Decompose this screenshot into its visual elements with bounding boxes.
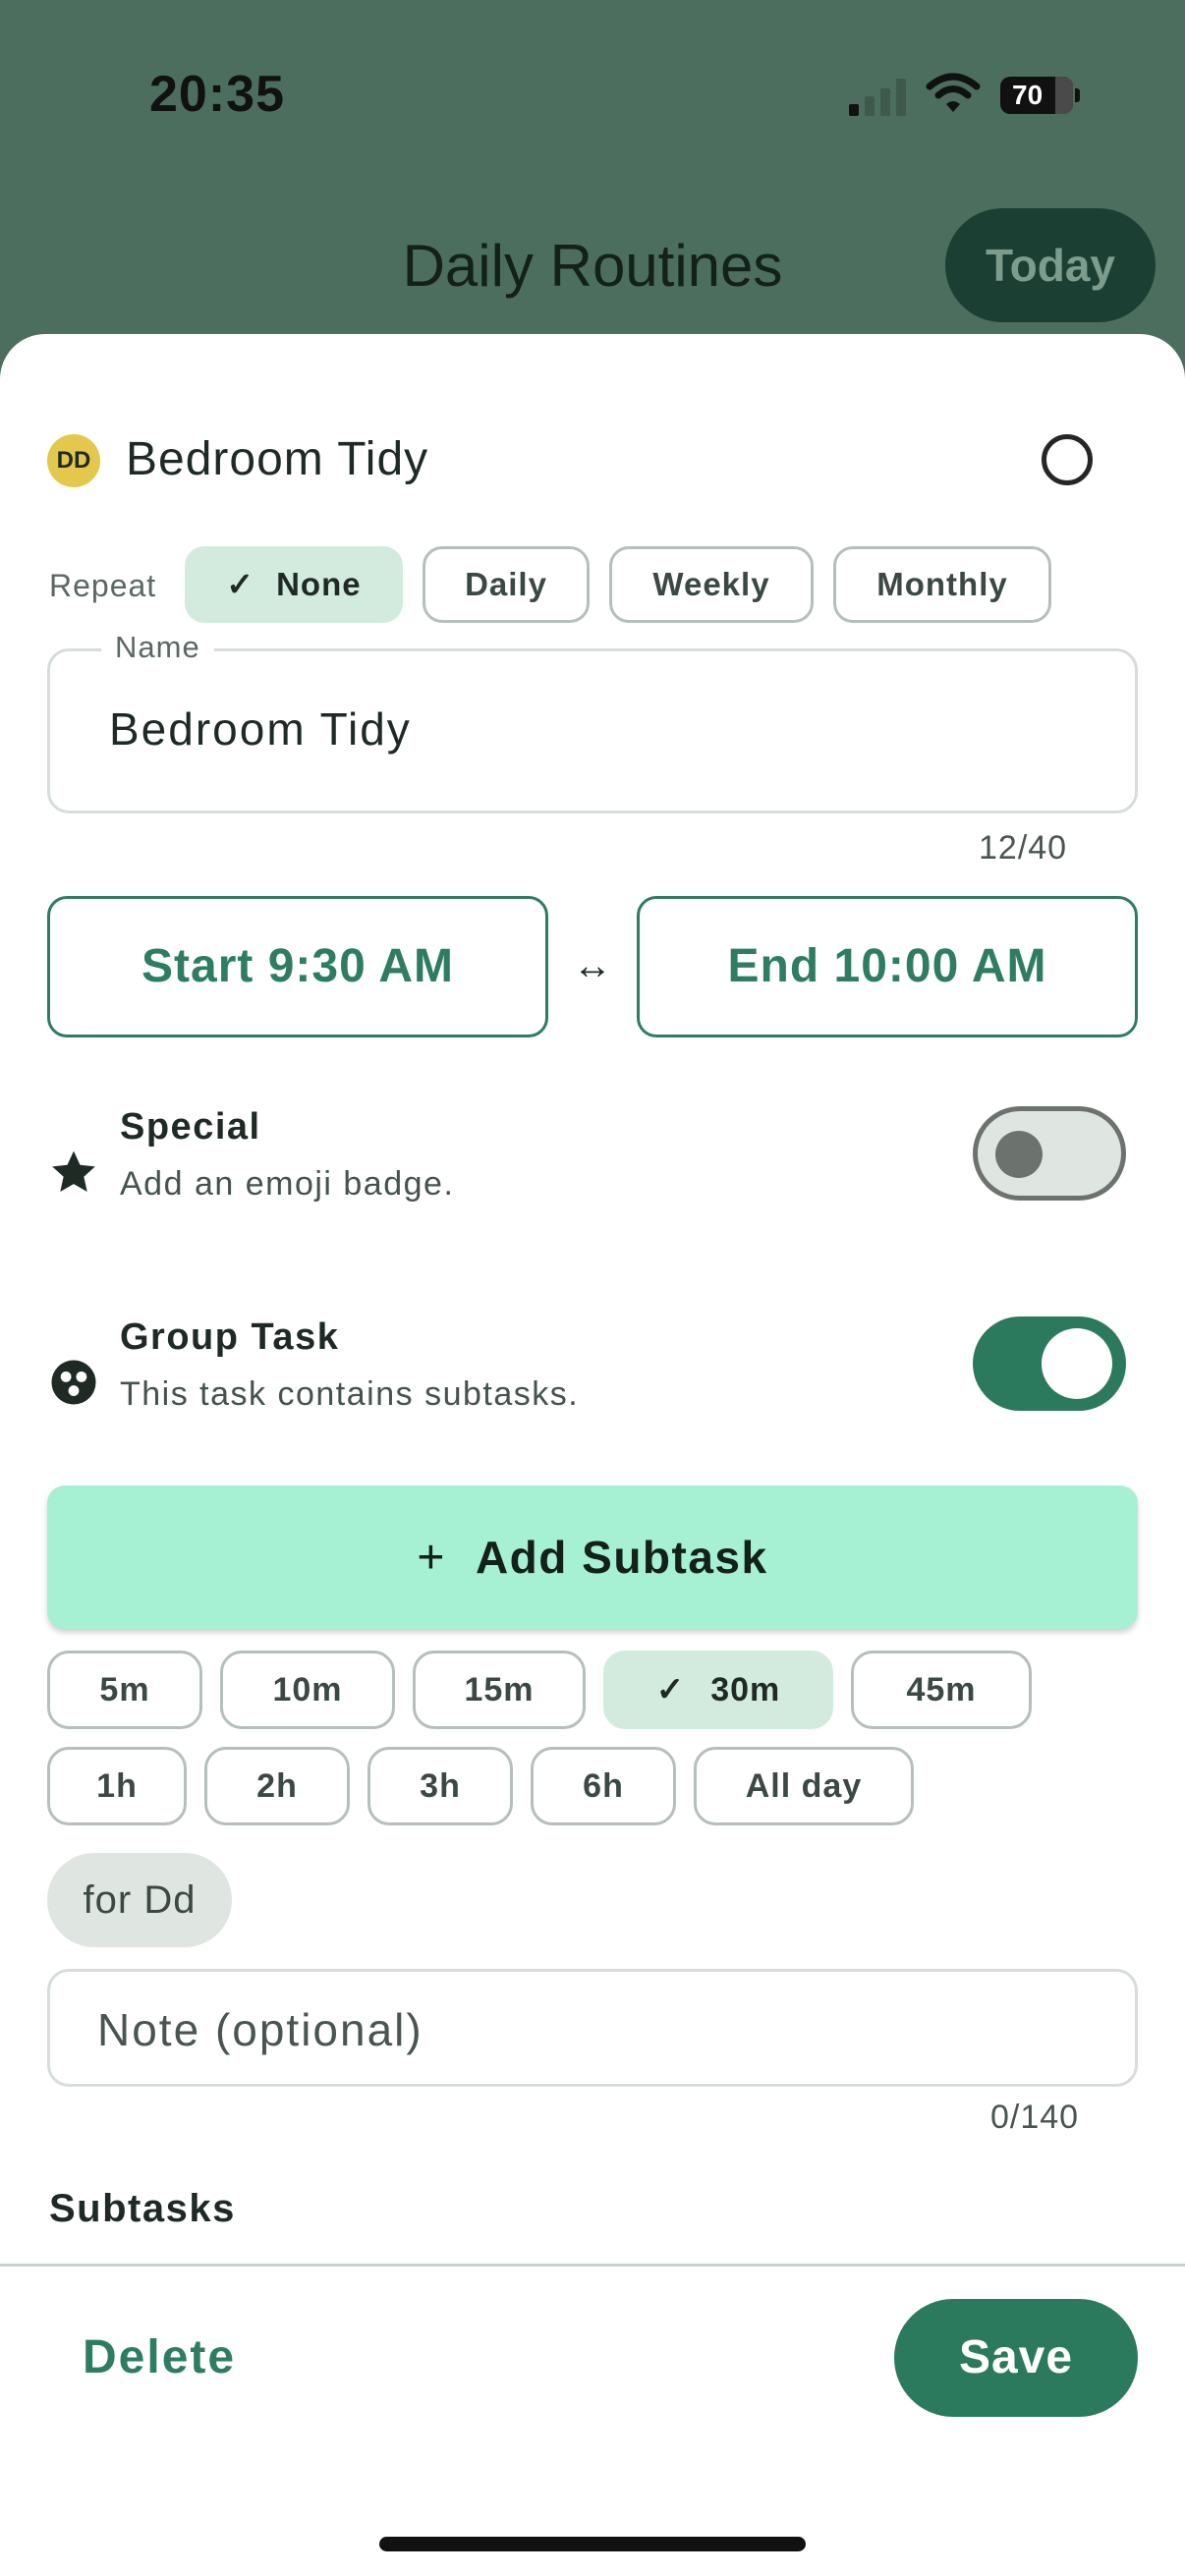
save-button[interactable]: Save [894, 2299, 1138, 2417]
special-title: Special [120, 1106, 261, 1148]
name-field-label: Name [101, 630, 214, 665]
repeat-option-none[interactable]: ✓ None [185, 546, 403, 623]
status-bar: 20:35 70 [0, 0, 1185, 196]
duration-chip-30m[interactable]: ✓ 30m [603, 1651, 833, 1729]
check-icon: ✓ [226, 566, 255, 602]
check-icon: ✓ [655, 1671, 686, 1708]
duration-chip-15m[interactable]: 15m [413, 1651, 586, 1729]
home-indicator[interactable] [379, 2537, 806, 2551]
today-button[interactable]: Today [945, 208, 1156, 322]
duration-chip-label: 30m [710, 1671, 781, 1708]
add-subtask-label: Add Subtask [475, 1532, 768, 1583]
battery-icon: 70 [1000, 77, 1080, 114]
special-toggle-row: Special Add an emoji badge. [47, 1106, 1138, 1234]
group-task-toggle-row: Group Task This task contains subtasks. [47, 1316, 1138, 1444]
group-task-title: Group Task [120, 1316, 340, 1358]
assignee-chip[interactable]: for Dd [47, 1853, 232, 1947]
duration-chip-2h[interactable]: 2h [204, 1747, 350, 1825]
repeat-label: Repeat [49, 568, 157, 603]
special-subtitle: Add an emoji badge. [120, 1165, 455, 1203]
wifi-icon [926, 73, 981, 114]
name-field-value[interactable]: Bedroom Tidy [109, 702, 412, 756]
task-title: Bedroom Tidy [126, 433, 429, 485]
name-field[interactable]: Name Bedroom Tidy [47, 630, 1138, 813]
star-icon [47, 1146, 100, 1199]
switch-knob [1042, 1328, 1112, 1399]
duration-chip-45m[interactable]: 45m [851, 1651, 1032, 1729]
status-time: 20:35 [149, 66, 285, 123]
task-header: DD Bedroom Tidy [47, 422, 1138, 501]
repeat-option-label: Weekly [652, 566, 770, 602]
group-task-subtitle: This task contains subtasks. [120, 1375, 580, 1413]
cellular-signal-icon [849, 77, 908, 116]
repeat-selector: Repeat ✓ None Daily Weekly Monthly [47, 546, 1148, 625]
avatar: DD [47, 434, 100, 487]
duration-chip-10m[interactable]: 10m [220, 1651, 395, 1729]
note-placeholder: Note (optional) [97, 2004, 423, 2055]
repeat-option-weekly[interactable]: Weekly [609, 546, 814, 623]
footer-divider [0, 2264, 1185, 2267]
end-time-button[interactable]: End 10:00 AM [637, 896, 1138, 1037]
delete-button[interactable]: Delete [83, 2330, 236, 2384]
repeat-option-label: Daily [465, 566, 547, 602]
swap-arrows-icon: ↔ [573, 944, 612, 987]
duration-chip-3h[interactable]: 3h [367, 1747, 513, 1825]
repeat-option-label: Monthly [876, 566, 1008, 602]
group-task-switch[interactable] [973, 1316, 1126, 1411]
duration-chip-1h[interactable]: 1h [47, 1747, 187, 1825]
complete-toggle-circle-icon[interactable] [1042, 434, 1093, 485]
start-time-button[interactable]: Start 9:30 AM [47, 896, 548, 1037]
note-field[interactable]: Note (optional) [47, 1969, 1138, 2087]
note-char-counter: 0/140 [990, 2099, 1080, 2136]
special-switch[interactable] [973, 1106, 1126, 1201]
repeat-option-label: None [276, 566, 362, 602]
repeat-option-monthly[interactable]: Monthly [833, 546, 1051, 623]
duration-chip-6h[interactable]: 6h [531, 1747, 676, 1825]
battery-level: 70 [1012, 80, 1044, 110]
duration-chip-5m[interactable]: 5m [47, 1651, 202, 1729]
group-icon [47, 1356, 100, 1409]
edit-task-sheet: DD Bedroom Tidy Repeat ✓ None Daily Weekl… [0, 334, 1185, 2576]
duration-chip-all-day[interactable]: All day [694, 1747, 914, 1825]
switch-knob [995, 1131, 1043, 1178]
plus-icon: + [417, 1532, 446, 1584]
name-char-counter: 12/40 [979, 829, 1068, 867]
add-subtask-button[interactable]: + Add Subtask [47, 1485, 1138, 1629]
subtasks-heading: Subtasks [49, 2187, 236, 2230]
repeat-option-daily[interactable]: Daily [423, 546, 590, 623]
